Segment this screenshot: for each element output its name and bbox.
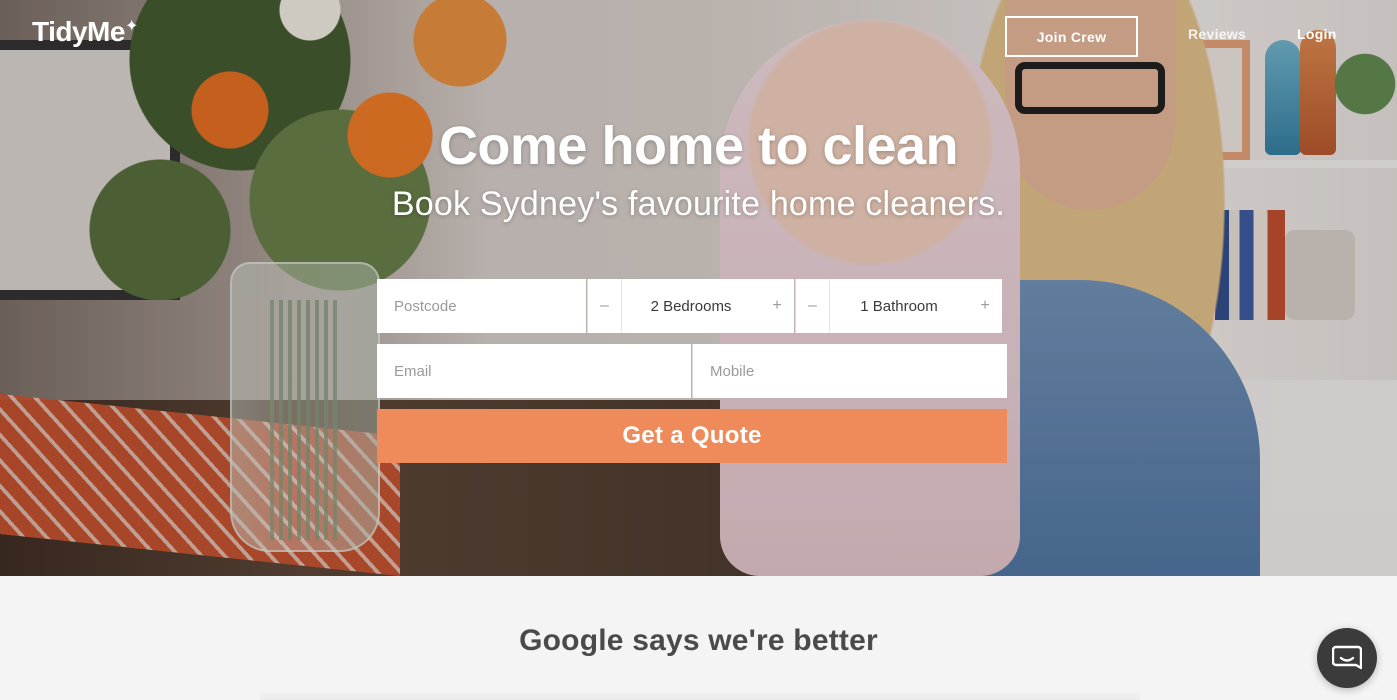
bedrooms-decrement-button[interactable]: – bbox=[588, 279, 622, 333]
bedrooms-increment-button[interactable]: + bbox=[760, 279, 794, 333]
nav-login-link[interactable]: Login bbox=[1297, 26, 1337, 42]
bedrooms-value: 2 Bedrooms bbox=[650, 297, 732, 315]
bedrooms-stepper: – 2 Bedrooms + bbox=[587, 279, 794, 333]
mobile-input[interactable]: Mobile bbox=[692, 344, 1007, 398]
bathrooms-value: 1 Bathroom bbox=[860, 297, 938, 315]
postcode-input[interactable]: Postcode bbox=[377, 279, 586, 333]
reviews-card-top bbox=[260, 690, 1140, 700]
reviews-section-title: Google says we're better bbox=[519, 624, 878, 657]
chat-bubble-icon bbox=[1332, 645, 1362, 670]
bathrooms-stepper: – 1 Bathroom + bbox=[795, 279, 1002, 333]
chat-launcher-button[interactable] bbox=[1317, 628, 1377, 688]
nav-reviews-link[interactable]: Reviews bbox=[1188, 26, 1246, 42]
hero-headline: Come home to clean bbox=[438, 116, 959, 176]
email-input[interactable]: Email bbox=[377, 344, 691, 398]
logo-sparkle-icon: ✦ bbox=[125, 18, 139, 35]
hero-subheadline: Book Sydney's favourite home cleaners. bbox=[391, 185, 1006, 223]
tidyme-logo[interactable]: TidyMe bbox=[32, 16, 125, 48]
bathrooms-increment-button[interactable]: + bbox=[968, 279, 1002, 333]
join-crew-button[interactable]: Join Crew bbox=[1005, 16, 1138, 57]
get-quote-button[interactable]: Get a Quote bbox=[377, 409, 1007, 463]
bathrooms-decrement-button[interactable]: – bbox=[796, 279, 830, 333]
